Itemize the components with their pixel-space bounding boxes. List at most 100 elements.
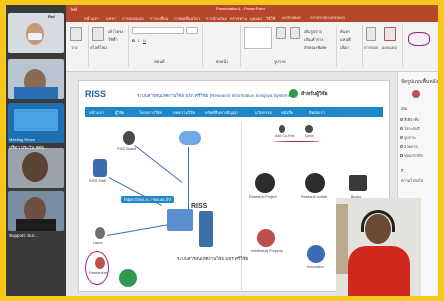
tab-acrobat[interactable]: ACROBAT [282,15,301,20]
tab-help[interactable]: วิธีใช้ [266,15,275,22]
shape-outline-button[interactable]: เส้นเค้าร่าง [304,36,323,43]
server-icon [199,211,213,247]
group-separator [202,25,203,67]
layout-button[interactable]: เค้าโครง [108,28,123,35]
replace-button[interactable]: แทนที่ [340,36,351,43]
group-separator [240,25,241,67]
riss-staff-icon [93,159,107,177]
tab-review[interactable]: ตรวจทาน [230,15,247,22]
participant-label: Support: Sur... [9,233,38,238]
new-slide-button[interactable]: สไลด์ใหม่ [90,44,107,51]
arrange-icon[interactable] [276,27,286,39]
underline-button[interactable]: U [143,38,146,43]
tab-animations[interactable]: ภาพเคลื่อนไหว [174,15,200,22]
done-icon [305,125,313,133]
slide-divider [241,121,242,291]
node-label: Innovation [307,265,324,269]
intellectual-property-icon [257,229,275,247]
checkbox[interactable] [400,154,403,157]
radio-button[interactable] [400,136,403,139]
file-tab[interactable]: ไฟล์ [70,6,77,13]
fill-option[interactable]: ลวดลาย [404,144,418,150]
paste-button[interactable]: วาง [71,44,77,51]
nav-item: ทรัพย์สินทางปัญญา [205,110,239,115]
radio-button[interactable] [400,118,403,121]
nav-item: นวัตกรรม [255,110,272,115]
radio-button[interactable] [400,127,403,130]
fill-option[interactable]: ไล่ระดับสี [404,126,420,132]
fill-option[interactable]: ซ่อนกราฟิก [404,153,423,159]
shape-effect-button[interactable]: ลักษณะพิเศษ [304,44,327,51]
add-user-icon [279,125,285,133]
tab-insert[interactable]: แทรก [106,15,116,22]
node-label: RISS Staff [89,179,106,183]
ribbon-tabs: หน้าแรก แทรก การออกแบบ การเปลี่ยน ภาพเคล… [66,14,438,22]
participant-name: Meeting Room [9,137,36,142]
title-bar: ไฟล์ Presentation1 - PowerPoint [66,5,438,14]
tab-transitions[interactable]: การเปลี่ยน [150,15,168,22]
connector-line [134,145,183,183]
designer-button[interactable]: ออกแบบ [382,44,397,51]
shape-fill-button[interactable]: เติมรูปร่าง [304,28,322,35]
node-label: Research Article [301,195,328,199]
tab-storyboarding[interactable]: STORYBOARDING [310,15,345,20]
node-label: Users [93,241,103,245]
shapes-gallery[interactable] [244,27,272,49]
nav-item: ติดต่อเรา [309,110,325,115]
slide-nav-bar: หน้าแรก ผู้วิจัย โครงการวิจัย บทความวิจั… [85,107,383,117]
fill-section-label[interactable]: เติม [401,106,407,112]
participant-tile[interactable] [8,191,64,231]
panel-title: จัดรูปแบบพื้นหลัง [401,79,438,85]
drawing-group-label: รูปวาด [274,59,286,64]
font-size-box[interactable] [186,27,198,34]
tab-design[interactable]: การออกแบบ [122,15,144,22]
tab-home[interactable]: หน้าแรก [84,15,99,22]
paste-icon[interactable] [70,27,82,41]
fill-option[interactable]: สีเดียวทึบ [404,117,419,123]
participant-name: Ruf [48,14,55,19]
participant-tile[interactable] [8,148,64,188]
font-group-label: ฟอนต์ [154,59,165,64]
nav-item: หน้าแรก [89,110,104,115]
reuse-button[interactable]: ใช้ซ้ำ [108,36,118,43]
italic-button[interactable]: I [138,38,139,43]
select-button[interactable]: เลือก [340,44,349,51]
new-slide-icon[interactable] [92,27,104,41]
paragraph-group-label: ย่อหน้า [216,59,229,64]
slide-right-title: สำหรับผู้วิจัย [301,91,328,97]
bold-button[interactable]: B [132,38,135,43]
group-separator [128,25,129,67]
pen-circle-annotation [85,251,109,285]
riss-center-label: RISS [191,203,208,210]
tab-view[interactable]: มุมมอง [250,15,262,22]
microphone-icon[interactable] [366,27,376,41]
dictate-button[interactable]: การบอก [364,44,378,51]
riss-board-icon [123,131,135,145]
font-name-box[interactable] [132,27,184,34]
innovation-icon [307,245,325,263]
connector-line [107,224,169,236]
group-separator [402,25,403,67]
nav-item: ผู้วิจัย [115,110,125,115]
nav-item: บทความวิจัย [173,110,195,115]
participant-tile[interactable]: Meeting Room [8,103,64,143]
tab-slideshow[interactable]: การนำเสนอ [206,15,227,22]
presenter-webcam[interactable] [336,198,421,296]
cloud-icon [179,131,201,145]
designer-icon[interactable] [384,27,396,41]
find-button[interactable]: ค้นหา [340,28,350,35]
quick-styles-icon[interactable] [290,27,300,39]
participant-tile[interactable] [8,59,64,99]
window-title: Presentation1 - PowerPoint [216,6,265,11]
participant-label: ปรีดา ประวัน ยศสุ... [9,145,48,150]
participant-tile[interactable]: Ruf [8,13,64,53]
radio-button[interactable] [400,145,403,148]
fill-option[interactable]: รูปภาพ [404,135,416,141]
node-label: RISS Board [117,147,136,151]
node-label: Done [305,134,314,138]
paint-bucket-icon[interactable] [412,90,420,98]
transparency-label: ความโปร่งใส [401,179,423,183]
research-article-icon [305,173,325,193]
user-icon [95,227,105,239]
books-icon [349,175,367,191]
